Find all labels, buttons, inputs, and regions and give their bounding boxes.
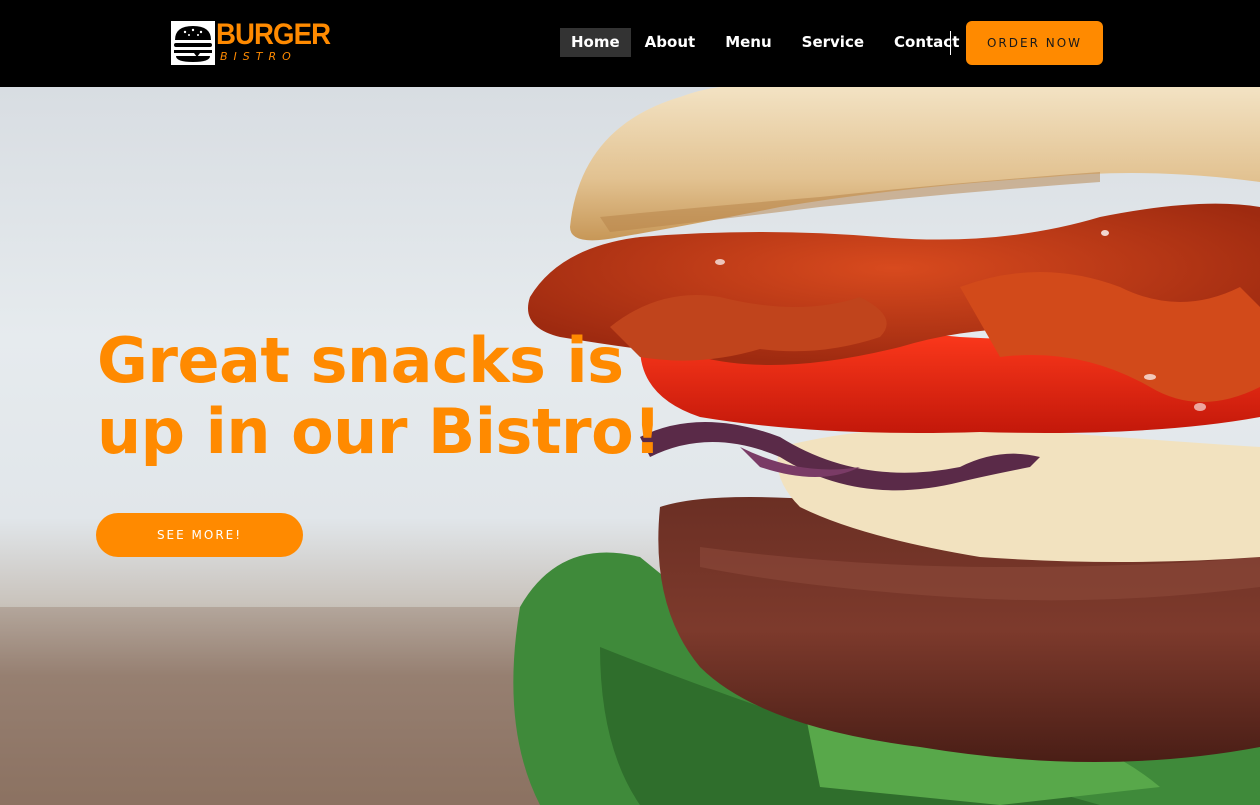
- hero-headline-line2: up in our Bistro!: [97, 395, 661, 468]
- site-header: BURGER BISTRO Home About Menu Service Co…: [0, 0, 1260, 87]
- main-nav: Home About Menu Service Contact: [560, 28, 970, 57]
- nav-divider: [950, 31, 951, 55]
- burger-logo-icon: [171, 21, 215, 65]
- nav-service[interactable]: Service: [791, 28, 875, 57]
- hero-headline: Great snacks is up in our Bistro!: [97, 324, 661, 468]
- hero-section: Great snacks is up in our Bistro! SEE MO…: [0, 87, 1260, 805]
- brand-logo[interactable]: BURGER BISTRO: [170, 18, 331, 68]
- hero-headline-line1: Great snacks is: [97, 324, 624, 397]
- logo-tagline: BISTRO: [220, 50, 297, 63]
- logo-wordmark: BURGER: [216, 18, 331, 51]
- nav-menu[interactable]: Menu: [714, 28, 782, 57]
- nav-home[interactable]: Home: [560, 28, 631, 57]
- nav-about[interactable]: About: [634, 28, 707, 57]
- order-now-button[interactable]: ORDER NOW: [966, 21, 1103, 65]
- see-more-button[interactable]: SEE MORE!: [96, 513, 303, 557]
- nav-contact[interactable]: Contact: [883, 28, 970, 57]
